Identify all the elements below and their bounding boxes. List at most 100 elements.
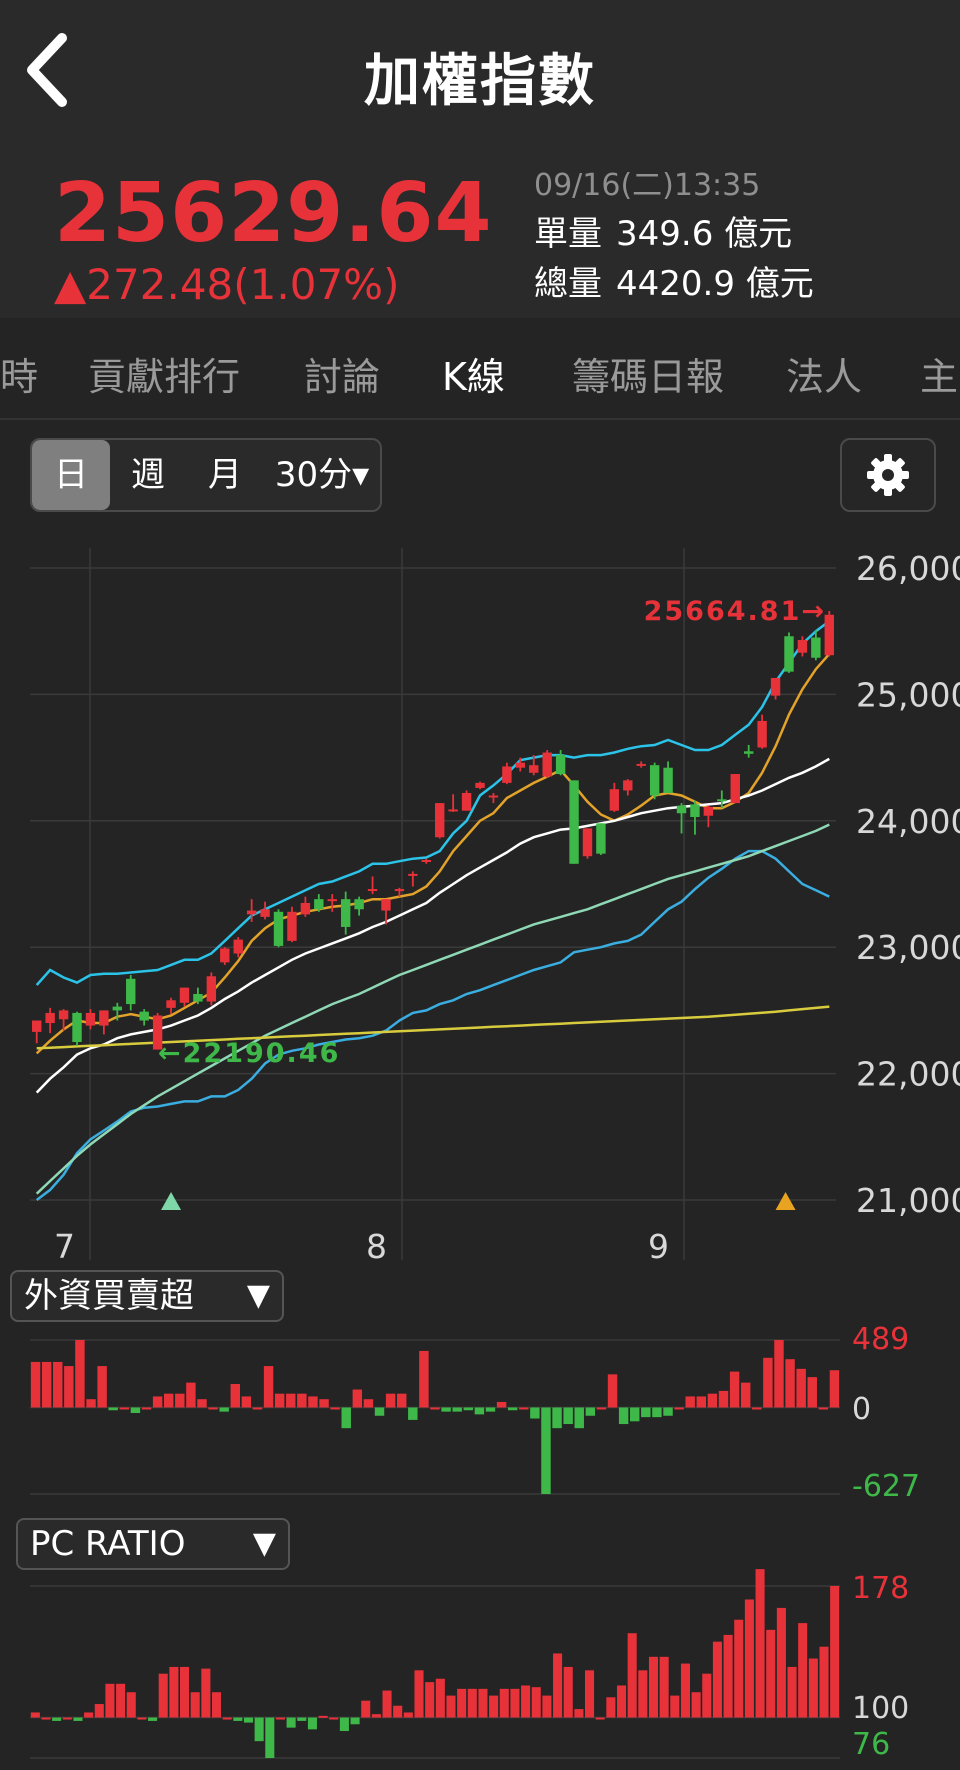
indicator-bar xyxy=(119,1407,130,1410)
indicator-bar xyxy=(798,1623,808,1718)
indicator-bar xyxy=(585,1670,595,1718)
candle-body xyxy=(260,909,270,917)
candle-body xyxy=(542,752,552,777)
indicator-bar xyxy=(307,1717,317,1730)
indicator-bar xyxy=(233,1717,243,1721)
indicator-bar xyxy=(408,1407,418,1420)
indicator-bar xyxy=(73,1717,83,1721)
indicator-bar xyxy=(663,1407,673,1416)
indicator-bar xyxy=(541,1407,551,1494)
candle-body xyxy=(58,1010,69,1020)
candle-body xyxy=(730,774,740,804)
candle-body xyxy=(475,782,485,788)
indicator-bar xyxy=(607,1374,618,1408)
indicator-bar xyxy=(419,1350,429,1408)
candle-body xyxy=(582,828,593,857)
tab-contribution-rank[interactable]: 貢獻排行 xyxy=(88,346,240,401)
candle-body xyxy=(515,762,526,768)
candle-body xyxy=(717,799,727,802)
indicator-bar xyxy=(763,1357,773,1408)
candle-body xyxy=(327,899,337,902)
period-30min-dropdown[interactable]: 30分▾ xyxy=(264,440,380,510)
indicator-bar xyxy=(263,1366,274,1408)
tab-discussion[interactable]: 討論 xyxy=(304,346,380,401)
period-month[interactable]: 月 xyxy=(186,440,264,510)
period-week[interactable]: 週 xyxy=(110,440,186,510)
indicator-bar xyxy=(830,1586,840,1718)
candle-body xyxy=(784,636,794,672)
indicator-bar xyxy=(385,1393,396,1408)
tab-bar: 時 貢獻排行 討論 K線 籌碼日報 法人 主 xyxy=(0,318,960,420)
candle-body xyxy=(797,640,808,653)
candle-body xyxy=(139,1011,149,1021)
candle-body xyxy=(193,993,203,1002)
indicator-bar xyxy=(230,1384,240,1408)
indicator-bar xyxy=(696,1396,707,1408)
indicator-bar xyxy=(341,1407,351,1429)
indicator-bar xyxy=(485,1407,496,1412)
tab-time[interactable]: 時 xyxy=(0,346,38,401)
indicator-bar xyxy=(86,1399,96,1408)
candle-body xyxy=(461,792,472,811)
header-bar: 加權指數 xyxy=(0,0,960,148)
single-volume-label: 單量 xyxy=(534,214,602,254)
candle-body xyxy=(381,899,391,911)
indicator-bar xyxy=(729,1371,740,1408)
indicator-bar xyxy=(457,1688,467,1718)
indicator-bar xyxy=(211,1692,222,1718)
indicator-bar xyxy=(638,1670,648,1718)
tab-main[interactable]: 主 xyxy=(920,346,958,401)
tab-chip-daily[interactable]: 籌碼日報 xyxy=(572,346,724,401)
period-day[interactable]: 日 xyxy=(32,440,110,510)
candle-body xyxy=(85,1012,96,1026)
tab-kline[interactable]: K線 xyxy=(442,346,505,401)
candle-body xyxy=(649,765,660,796)
indicator-bar xyxy=(723,1634,733,1718)
candle-body xyxy=(663,767,673,793)
indicator-bar xyxy=(352,1389,363,1408)
kline-chart[interactable]: 26,000 25,000 24,000 23,000 22,000 21,000 7 8 9 2… xyxy=(0,540,960,1270)
indicator-bar xyxy=(552,1407,562,1429)
indicator-bar xyxy=(108,1407,118,1411)
x-tick-label: 7 xyxy=(54,1227,75,1266)
indicator-bar xyxy=(41,1717,51,1720)
y-tick-label: 76 xyxy=(852,1727,890,1762)
indicator-bar xyxy=(718,1390,729,1408)
candle-body xyxy=(179,987,190,1003)
y-tick-label: 24,000 xyxy=(856,802,960,841)
foreign-indicator-label: 外資買賣超 xyxy=(24,1276,194,1316)
indicator-bar xyxy=(774,1340,784,1408)
indicator-bar xyxy=(808,1658,818,1718)
indicator-bar xyxy=(186,1382,196,1408)
tab-institutional[interactable]: 法人 xyxy=(786,346,862,401)
indicator-bar xyxy=(308,1396,318,1408)
y-tick-label: 21,000 xyxy=(856,1181,960,1220)
indicator-bar xyxy=(414,1670,424,1718)
candle-body xyxy=(555,755,566,775)
candle-body xyxy=(676,805,687,814)
indicator-bar xyxy=(141,1407,152,1410)
indicator-bar xyxy=(126,1692,136,1718)
candle-body xyxy=(45,1012,55,1024)
candle-body xyxy=(112,1006,123,1011)
candle-body xyxy=(502,766,512,783)
indicator-bar xyxy=(297,1393,307,1408)
indicator-bar xyxy=(152,1396,163,1408)
indicator-bar xyxy=(446,1695,456,1718)
candle-body xyxy=(99,1010,109,1026)
candle-body xyxy=(246,910,257,915)
indicator-bar xyxy=(478,1688,488,1718)
pcr-indicator-selector[interactable]: PC RATIO ▼ xyxy=(16,1518,290,1570)
foreign-indicator-selector[interactable]: 外資買賣超 ▼ xyxy=(10,1270,284,1322)
chart-settings-button[interactable] xyxy=(840,438,936,512)
indicator-bar xyxy=(595,1717,605,1720)
indicator-bar xyxy=(452,1407,462,1412)
indicator-bar xyxy=(776,1607,786,1718)
y-tick-label: 26,000 xyxy=(856,549,960,588)
indicator-bar xyxy=(489,1695,499,1718)
indicator-bar xyxy=(297,1717,307,1721)
candle-body xyxy=(811,637,821,658)
indicator-bar xyxy=(766,1629,776,1718)
dropdown-arrow-icon: ▼ xyxy=(246,1278,270,1313)
indicator-bar xyxy=(563,1407,573,1425)
